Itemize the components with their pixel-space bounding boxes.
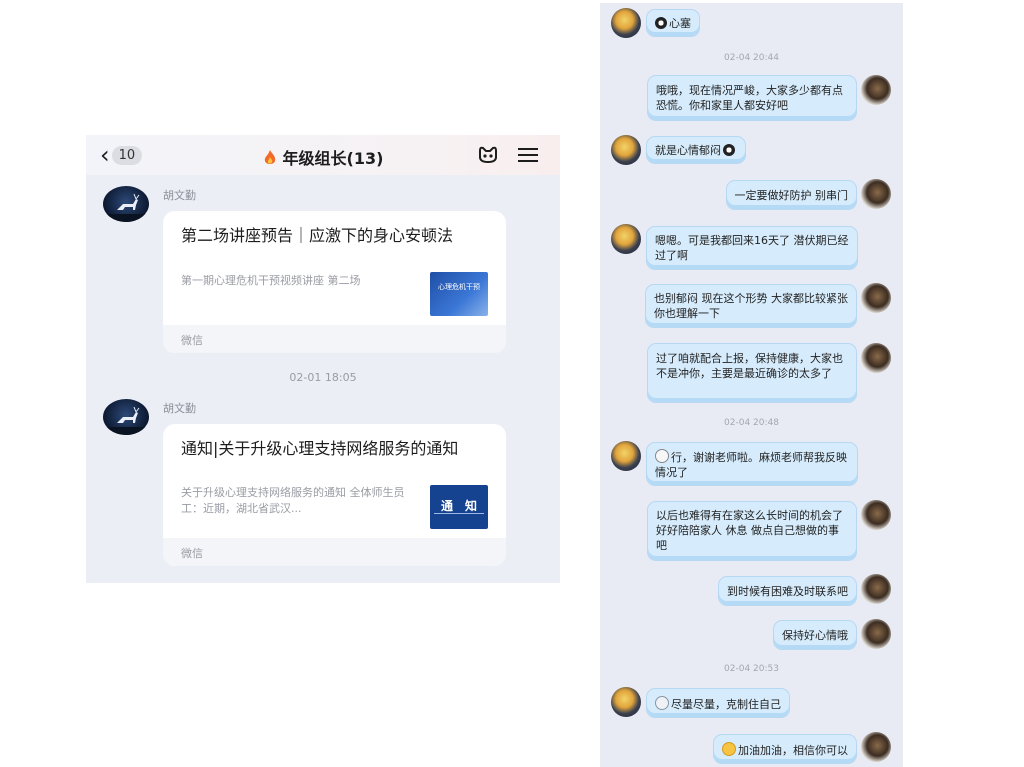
menu-icon[interactable] xyxy=(517,145,539,165)
message-bubble[interactable]: 心塞 xyxy=(646,9,700,37)
avatar[interactable] xyxy=(611,687,641,717)
ghost-emoji-icon xyxy=(655,696,669,710)
avatar[interactable] xyxy=(861,574,891,604)
message-bubble[interactable]: 以后也难得有在家这么长时间的机会了 好好陪陪家人 休息 做点自己想做的事吧 xyxy=(647,501,857,561)
message-text: 心塞 xyxy=(669,17,691,30)
message-text: 过了咱就配合上报，保持健康，大家也不是冲你，主要是最近确诊的太多了 xyxy=(656,352,843,380)
avatar[interactable] xyxy=(861,619,891,649)
message-bubble[interactable]: 加油加油，相信你可以 xyxy=(713,734,857,764)
chat-header: ‹ 10 年级组长(13) xyxy=(86,135,560,175)
avatar[interactable] xyxy=(861,179,891,209)
message-bubble[interactable]: 尽量尽量，克制住自己 xyxy=(646,688,790,718)
timestamp: 02-04 20:44 xyxy=(724,53,779,63)
sender-name: 胡文勤 xyxy=(163,189,196,202)
card-source: 微信 xyxy=(181,547,203,560)
message-bubble[interactable]: 也别郁闷 现在这个形势 大家都比较紧张 你也理解一下 xyxy=(645,284,857,328)
avatar[interactable] xyxy=(861,283,891,313)
message-text: 嗯嗯。可是我都回来16天了 潜伏期已经过了啊 xyxy=(655,234,849,262)
message-bubble[interactable]: 过了咱就配合上报，保持健康，大家也不是冲你，主要是最近确诊的太多了 xyxy=(647,343,857,403)
avatar[interactable] xyxy=(861,500,891,530)
avatar[interactable] xyxy=(861,732,891,762)
message-bubble[interactable]: 哦哦，现在情况严峻，大家多少都有点恐慌。你和家里人都安好吧 xyxy=(647,75,857,121)
chat-title-text: 年级组长(13) xyxy=(282,149,384,168)
message-bubble[interactable]: 保持好心情哦 xyxy=(773,620,857,650)
card-source-bar: 微信 xyxy=(163,538,506,566)
link-card[interactable]: 通知|关于升级心理支持网络服务的通知 关于升级心理支持网络服务的通知 全体师生员… xyxy=(163,424,506,566)
link-card[interactable]: 第二场讲座预告｜应激下的身心安顿法 第一期心理危机干预视频讲座 第二场 心理危机… xyxy=(163,211,506,353)
message-text: 一定要做好防护 别串门 xyxy=(734,189,849,202)
thumbnail-text: 通 知 xyxy=(440,499,477,513)
sender-name: 胡文勤 xyxy=(163,402,196,415)
message-bubble[interactable]: 一定要做好防护 别串门 xyxy=(725,180,857,210)
message-text: 行，谢谢老师啦。麻烦老师帮我反映情况了 xyxy=(655,451,847,479)
card-title: 第二场讲座预告｜应激下的身心安顿法 xyxy=(181,226,454,245)
card-thumbnail: 通 知 xyxy=(430,485,488,529)
card-description: 第一期心理危机干预视频讲座 第二场 xyxy=(181,274,361,287)
card-description: 关于升级心理支持网络服务的通知 全体师生员工：近期，湖北省武汉... xyxy=(181,486,405,515)
sun-emoji-icon xyxy=(722,742,736,756)
message-text: 以后也难得有在家这么长时间的机会了 好好陪陪家人 休息 做点自己想做的事吧 xyxy=(656,509,843,552)
message-text: 保持好心情哦 xyxy=(782,629,848,642)
timestamp: 02-04 20:48 xyxy=(724,418,779,428)
timestamp: 02-04 20:53 xyxy=(724,664,779,674)
avatar[interactable] xyxy=(611,224,641,254)
avatar[interactable] xyxy=(861,343,891,373)
thumbnail-text: 心理危机干预 xyxy=(438,283,480,291)
fire-icon xyxy=(264,150,275,164)
deer-icon xyxy=(103,406,149,435)
avatar[interactable] xyxy=(611,135,641,165)
avatar[interactable] xyxy=(611,8,641,38)
avatar[interactable] xyxy=(103,186,149,222)
card-source-bar: 微信 xyxy=(163,325,506,353)
avatar[interactable] xyxy=(861,75,891,105)
qq-penguin-emoji-icon xyxy=(723,144,735,156)
message-text: 尽量尽量，克制住自己 xyxy=(671,698,781,711)
avatar[interactable] xyxy=(103,399,149,435)
message-bubble[interactable]: 嗯嗯。可是我都回来16天了 潜伏期已经过了啊 xyxy=(646,226,858,270)
card-thumbnail: 心理危机干预 xyxy=(430,272,488,316)
timestamp: 02-01 18:05 xyxy=(289,371,357,384)
message-bubble[interactable]: 到时候有困难及时联系吧 xyxy=(718,576,857,606)
face-emoji-icon xyxy=(655,449,669,463)
message-text: 到时候有困难及时联系吧 xyxy=(727,585,848,598)
message-text: 也别郁闷 现在这个形势 大家都比较紧张 你也理解一下 xyxy=(654,292,848,320)
card-title: 通知|关于升级心理支持网络服务的通知 xyxy=(181,439,459,458)
card-source: 微信 xyxy=(181,334,203,347)
private-chat-panel: 心塞 02-04 20:44 哦哦，现在情况严峻，大家多少都有点恐慌。你和家里人… xyxy=(600,3,903,767)
deer-icon xyxy=(103,193,149,222)
message-text: 哦哦，现在情况严峻，大家多少都有点恐慌。你和家里人都安好吧 xyxy=(656,84,843,112)
message-text: 就是心情郁闷 xyxy=(655,144,721,157)
message-text: 加油加油，相信你可以 xyxy=(738,744,848,757)
robot-icon[interactable] xyxy=(477,145,499,165)
qq-penguin-emoji-icon xyxy=(655,17,667,29)
avatar[interactable] xyxy=(611,441,641,471)
message-bubble[interactable]: 行，谢谢老师啦。麻烦老师帮我反映情况了 xyxy=(646,442,858,486)
group-chat-panel: ‹ 10 年级组长(13) 胡文勤 第二场讲座预告｜应激下的身心安顿法 第一期心… xyxy=(86,135,560,583)
message-bubble[interactable]: 就是心情郁闷 xyxy=(646,136,746,164)
